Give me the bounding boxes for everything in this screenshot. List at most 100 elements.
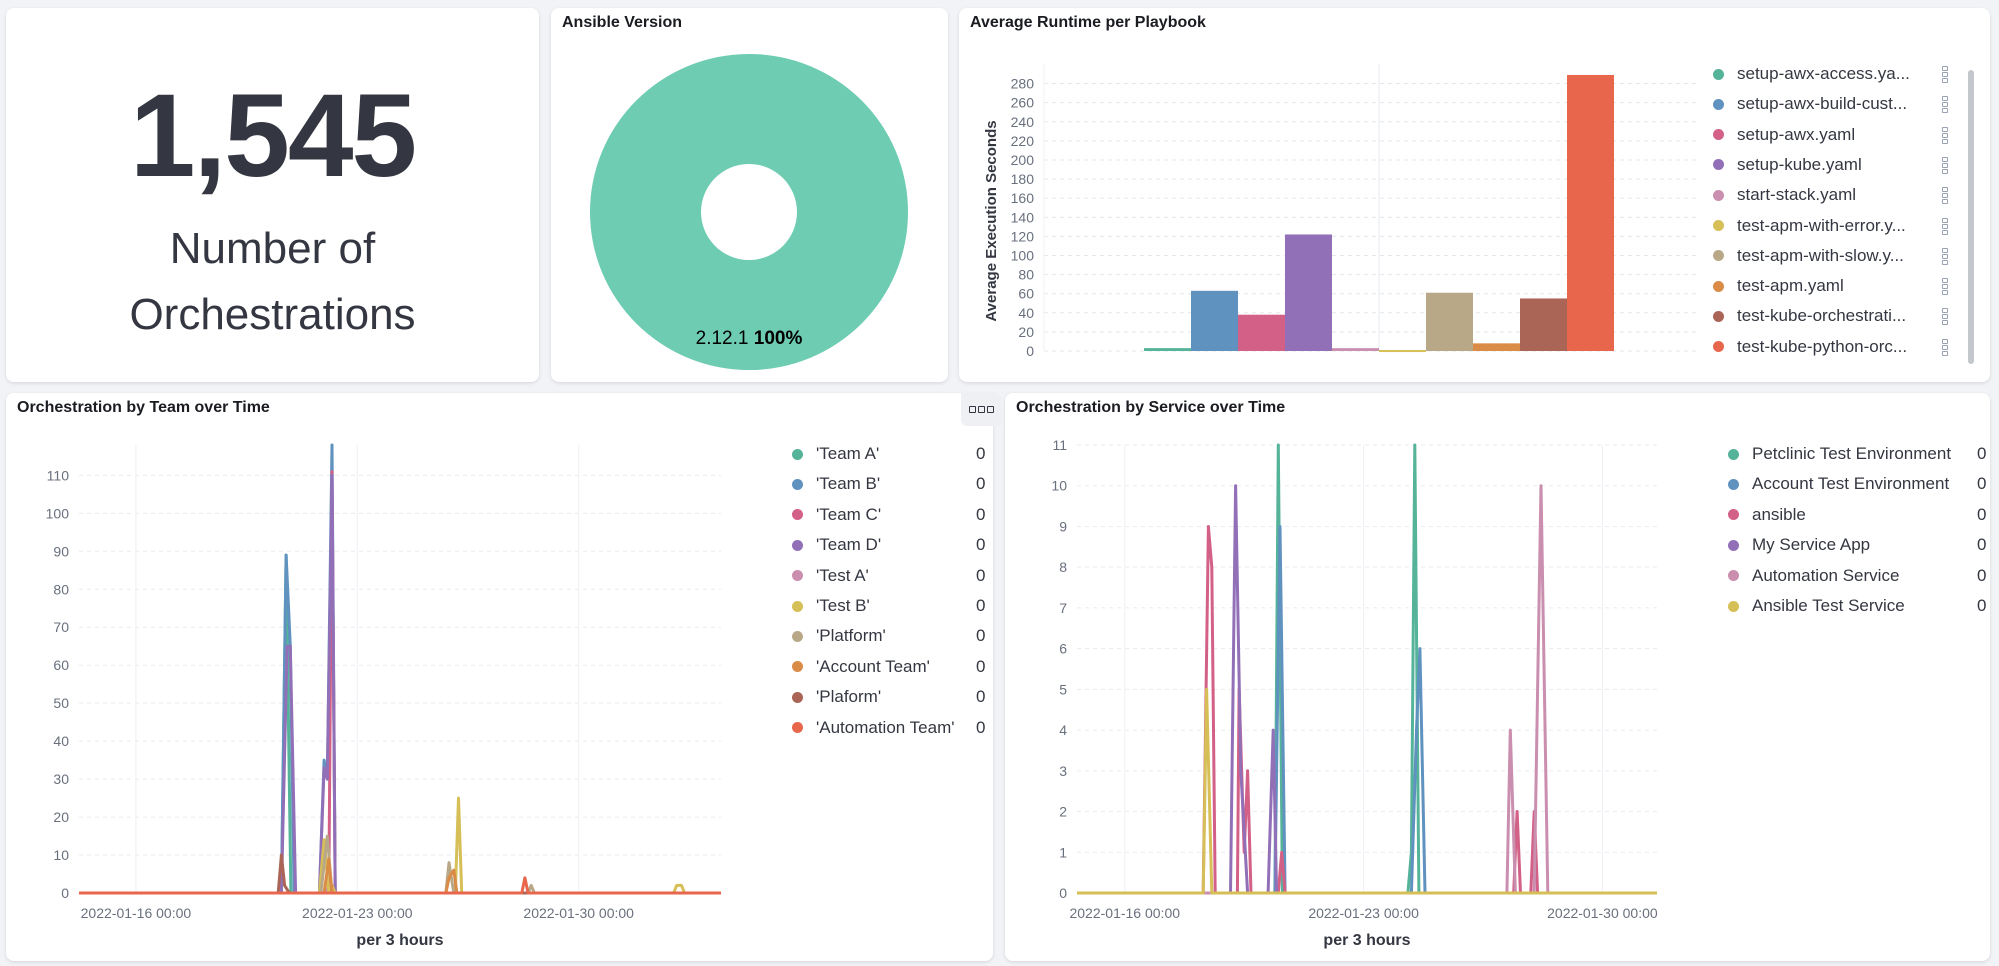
- legend-options-icon[interactable]: [1942, 96, 1948, 114]
- legend-item[interactable]: 'Account Team': [792, 655, 930, 679]
- series-line[interactable]: [79, 796, 721, 895]
- bar-legend: setup-awx-access.ya... setup-awx-build-cu…: [1713, 62, 1973, 372]
- legend-item[interactable]: My Service App: [1728, 533, 1870, 557]
- legend-value: 0: [1977, 535, 1987, 555]
- legend-item[interactable]: Account Test Environment: [1728, 472, 1949, 496]
- legend-label: test-apm.yaml: [1737, 276, 1844, 296]
- legend-options-icon[interactable]: [1942, 278, 1948, 296]
- legend-color-icon: [1728, 448, 1739, 460]
- legend-label: setup-awx-access.ya...: [1737, 64, 1910, 83]
- pie-chart: 2.12.1 100%: [590, 53, 908, 371]
- legend-item[interactable]: setup-awx.yaml: [1713, 123, 1855, 147]
- legend-color-icon: [1728, 539, 1739, 551]
- panel-options-button[interactable]: [961, 392, 1001, 426]
- legend-options-icon[interactable]: [1942, 247, 1948, 265]
- y-tick-label: 220: [1011, 133, 1035, 149]
- legend-item[interactable]: setup-kube.yaml: [1713, 153, 1862, 177]
- series-line[interactable]: [79, 876, 721, 895]
- y-tick-label: 110: [47, 467, 70, 483]
- legend-item[interactable]: 'Plaform': [792, 685, 881, 709]
- legend-item[interactable]: test-apm-with-error.y...: [1713, 214, 1906, 238]
- legend-options-icon[interactable]: [1942, 66, 1948, 83]
- legend-item[interactable]: 'Team A': [792, 442, 879, 466]
- series-line[interactable]: [79, 473, 721, 895]
- legend-color-icon: [1728, 600, 1739, 612]
- series-line[interactable]: [79, 834, 721, 895]
- metric-label-line1: Number of: [169, 224, 376, 273]
- legend-value: 0: [1977, 565, 1987, 585]
- legend-value: 0: [976, 474, 986, 494]
- legend-label: 'Test A': [816, 565, 869, 585]
- legend-label: setup-awx-build-cust...: [1737, 94, 1908, 114]
- x-tick-label: 2022-01-23 00:00: [1308, 905, 1419, 921]
- series-line[interactable]: [1077, 687, 1657, 895]
- y-tick-label: 9: [1059, 518, 1067, 534]
- bar[interactable]: [1144, 348, 1191, 351]
- legend-item[interactable]: Ansible Test Service: [1728, 594, 1905, 618]
- legend-item[interactable]: setup-awx-build-cust...: [1713, 92, 1907, 116]
- legend-item[interactable]: test-apm-with-slow.y...: [1713, 244, 1904, 268]
- metric-label-line2: Orchestrations: [129, 290, 416, 339]
- legend-item[interactable]: Petclinic Test Environment: [1728, 442, 1951, 466]
- y-tick-label: 40: [53, 733, 69, 749]
- y-tick-label: 160: [1011, 190, 1035, 206]
- legend-label: 'Plaform': [816, 687, 882, 707]
- bar[interactable]: [1238, 314, 1285, 351]
- legend-item[interactable]: test-kube-python-orc...: [1713, 335, 1907, 359]
- legend-label: test-kube-python-orc...: [1737, 336, 1908, 356]
- legend-item[interactable]: setup-awx-access.ya...: [1713, 62, 1910, 86]
- bar[interactable]: [1473, 343, 1520, 351]
- y-tick-label: 40: [1018, 305, 1034, 321]
- legend-item[interactable]: test-apm.yaml: [1713, 274, 1844, 298]
- legend-label: 'Platform': [816, 626, 886, 646]
- legend-value: 0: [976, 444, 986, 463]
- series-line[interactable]: [79, 443, 721, 895]
- team-legend: 'Team A' 0 'Team B' 0 'Team C' 0 'Team D' 0 'Tes…: [792, 442, 992, 742]
- legend-color-icon: [1713, 341, 1724, 353]
- y-tick-label: 180: [1011, 171, 1035, 187]
- bar[interactable]: [1426, 292, 1473, 351]
- legend-options-icon[interactable]: [1942, 156, 1948, 174]
- legend-item[interactable]: start-stack.yaml: [1713, 183, 1856, 207]
- bar[interactable]: [1567, 74, 1614, 351]
- legend-item[interactable]: Automation Service: [1728, 564, 1899, 588]
- legend-item[interactable]: 'Test B': [792, 594, 870, 618]
- series-line[interactable]: [79, 857, 721, 895]
- legend-options-icon[interactable]: [1942, 338, 1948, 356]
- y-tick-label: 60: [1018, 286, 1034, 302]
- legend-color-icon: [792, 448, 803, 460]
- y-tick-label: 11: [1052, 437, 1067, 453]
- legend-item[interactable]: 'Platform': [792, 624, 886, 648]
- legend-item[interactable]: 'Test A': [792, 564, 869, 588]
- legend-scrollbar[interactable]: [1968, 70, 1974, 364]
- series-line[interactable]: [79, 553, 721, 895]
- legend-options-icon[interactable]: [1942, 308, 1948, 326]
- legend-item[interactable]: ansible: [1728, 503, 1806, 527]
- pie-slice[interactable]: [590, 53, 908, 371]
- legend-options-icon[interactable]: [1942, 126, 1948, 144]
- bar[interactable]: [1379, 350, 1426, 353]
- legend-item[interactable]: 'Team C': [792, 503, 881, 527]
- pie-data-label: 2.12.1 100%: [696, 328, 803, 349]
- legend-options-icon[interactable]: [1942, 217, 1948, 235]
- legend-item[interactable]: 'Team B': [792, 472, 880, 496]
- bar[interactable]: [1191, 290, 1238, 351]
- y-tick-label: 10: [53, 847, 69, 863]
- legend-value: 0: [976, 535, 986, 555]
- series-line[interactable]: [1077, 525, 1657, 895]
- legend-options-icon[interactable]: [1942, 187, 1948, 205]
- legend-color-icon: [792, 509, 803, 521]
- bar[interactable]: [1520, 298, 1567, 351]
- legend-item[interactable]: 'Automation Team': [792, 716, 954, 740]
- series-line[interactable]: [1077, 443, 1657, 895]
- legend-item[interactable]: test-kube-orchestrati...: [1713, 304, 1906, 328]
- y-tick-label: 240: [1011, 114, 1035, 130]
- series-line[interactable]: [79, 853, 721, 895]
- series-line[interactable]: [79, 470, 721, 895]
- y-tick-label: 90: [53, 543, 69, 559]
- options-dot-icon: [986, 405, 994, 413]
- bar[interactable]: [1285, 234, 1332, 351]
- legend-item[interactable]: 'Team D': [792, 533, 881, 557]
- series-line[interactable]: [1077, 525, 1657, 895]
- bar[interactable]: [1332, 348, 1379, 351]
